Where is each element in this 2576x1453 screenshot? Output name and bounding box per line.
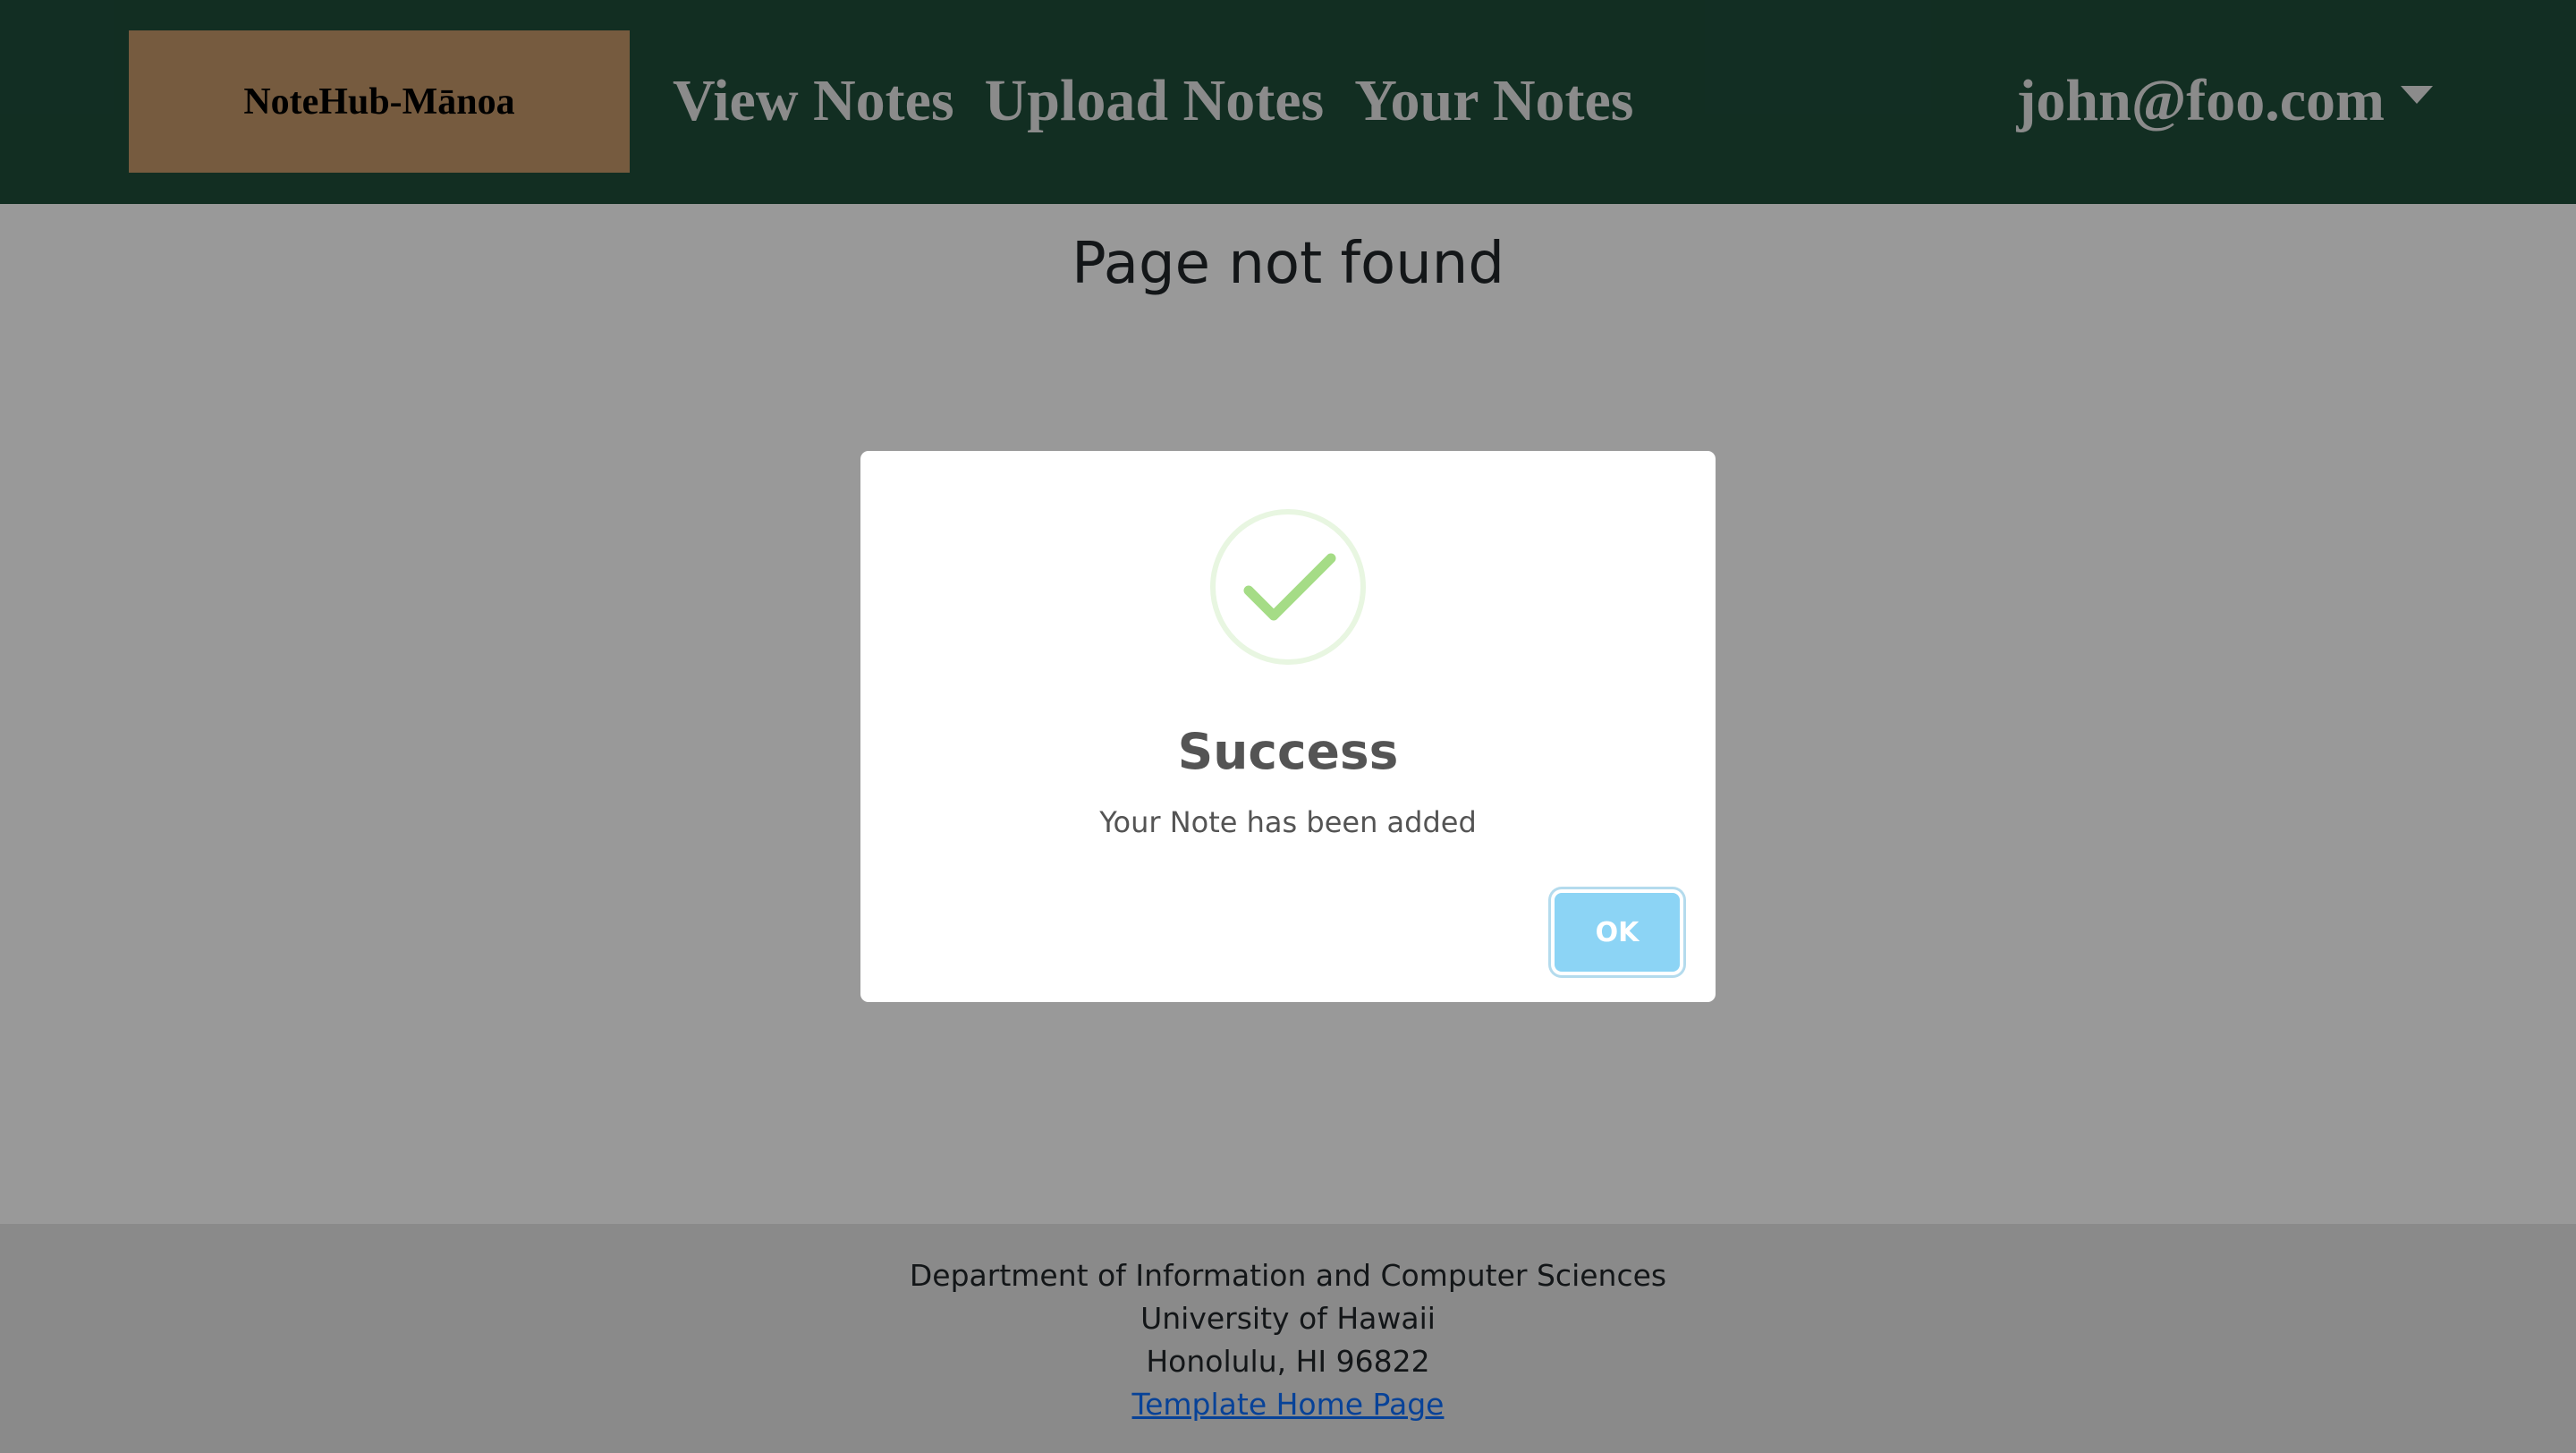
modal-text: Your Note has been added xyxy=(1099,805,1477,839)
modal-backdrop[interactable]: Success Your Note has been added OK xyxy=(0,0,2576,1453)
ok-button[interactable]: OK xyxy=(1555,893,1680,972)
success-modal: Success Your Note has been added OK xyxy=(860,451,1716,1002)
checkmark-icon xyxy=(1210,509,1366,665)
modal-title: Success xyxy=(1177,723,1399,780)
